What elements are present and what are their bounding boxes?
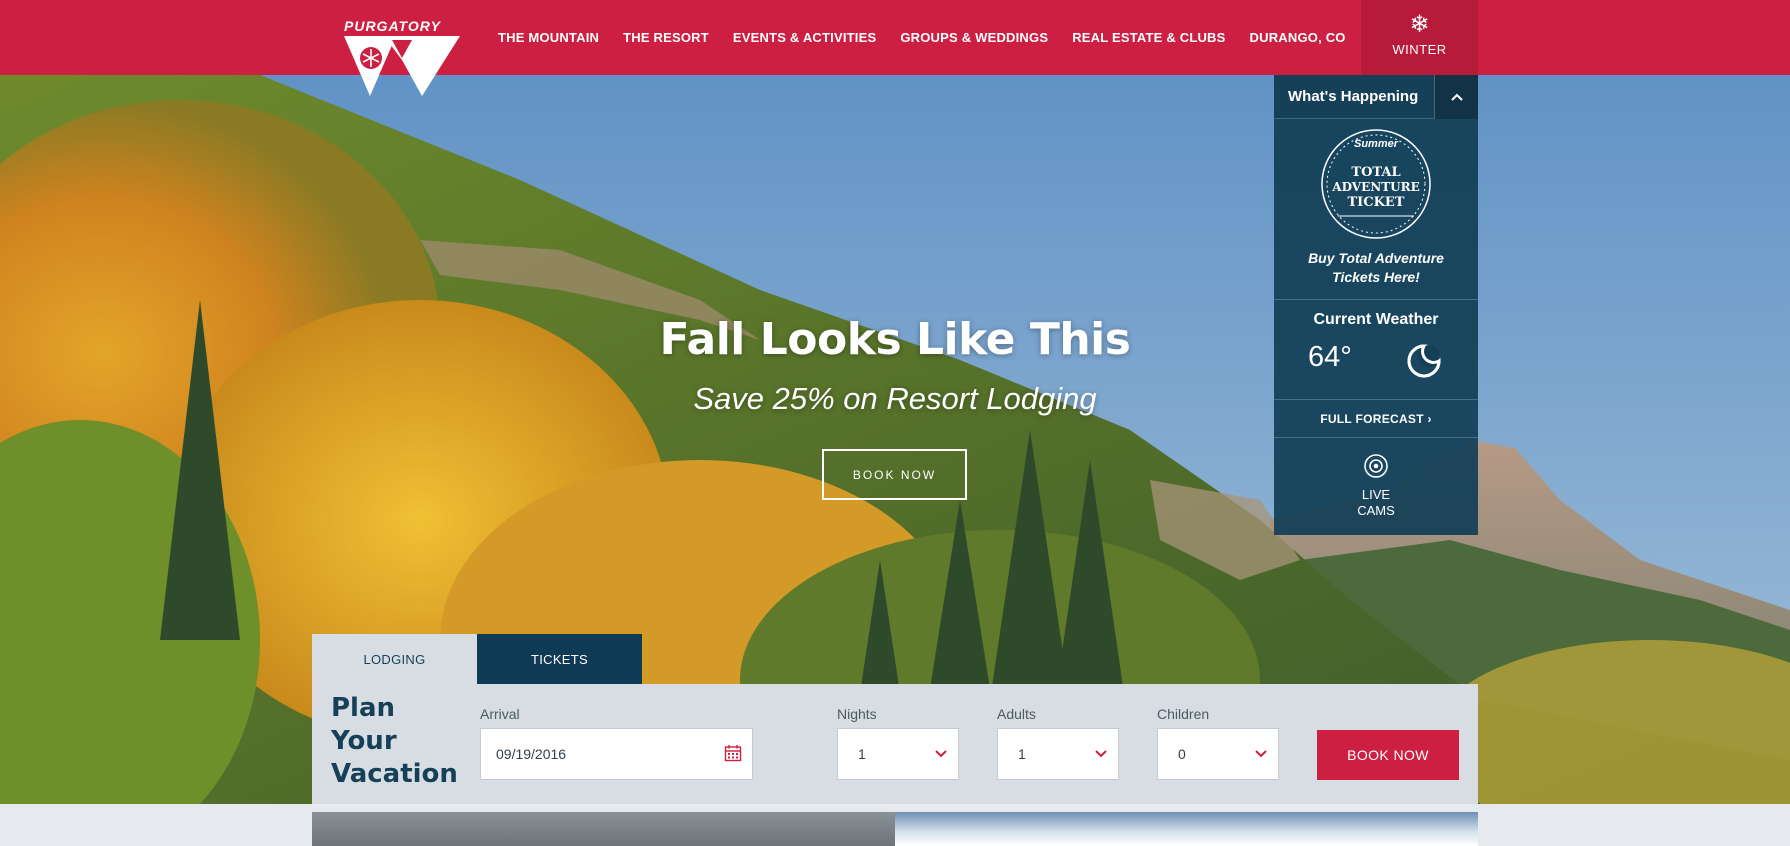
nav-item-the-resort[interactable]: THE RESORT [623,30,709,45]
nav-item-events-activities[interactable]: EVENTS & ACTIVITIES [733,30,876,45]
chevron-down-icon [935,750,947,758]
adults-select[interactable]: 1 [997,728,1119,780]
panel-collapse-button[interactable] [1434,75,1478,119]
season-switch-button[interactable]: ❄ WINTER [1361,0,1478,75]
hero-subtitle: Save 25% on Resort Lodging [693,381,1097,416]
chevron-right-icon: › [1427,412,1432,426]
children-label: Children [1157,706,1210,722]
heading-line: Your [331,726,397,756]
live-cams-line: CAMS [1357,503,1395,518]
arrival-date-input[interactable]: 09/19/2016 [480,728,753,780]
adults-value: 1 [1018,746,1026,762]
chevron-down-icon [1255,750,1267,758]
badge-text: TOTAL ADVENTURE TICKET [1320,165,1432,210]
full-forecast-link[interactable]: FULL FORECAST › [1274,412,1478,426]
tab-lodging[interactable]: LODGING [312,634,477,684]
logo-w-icon [344,36,460,96]
snowflake-icon: ❄ [1409,11,1430,38]
whats-happening-header: What's Happening [1274,75,1478,119]
badge-line: TICKET [1347,195,1405,210]
plan-vacation-heading: Plan Your Vacation [331,692,461,791]
tab-tickets[interactable]: TICKETS [477,634,642,684]
weather-title: Current Weather [1313,311,1439,328]
total-adventure-promo-link[interactable]: Buy Total Adventure Tickets Here! [1274,249,1478,287]
booking-widget: Plan Your Vacation Arrival 09/19/2016 Ni… [312,684,1478,804]
total-adventure-ticket-badge[interactable]: Summer TOTAL ADVENTURE TICKET [1320,128,1432,240]
whats-happening-title: What's Happening [1288,88,1419,105]
promo-line: Tickets Here! [1332,269,1420,285]
hero-book-now-button[interactable]: BOOK NOW [822,449,967,500]
divider [1274,399,1478,400]
adults-label: Adults [997,706,1036,722]
season-label: WINTER [1392,42,1447,57]
webcam-icon [1364,454,1388,478]
arrival-label: Arrival [480,706,520,722]
purgatory-logo[interactable]: PURGATORY [340,18,460,100]
temperature-value: 64° [1308,341,1352,373]
hero-title: Fall Looks Like This [659,314,1131,365]
nights-label: Nights [837,706,877,722]
feature-image-right[interactable] [895,812,1478,846]
full-forecast-label: FULL FORECAST [1320,412,1424,426]
heading-line: Vacation [331,759,458,789]
nav-item-durango-co[interactable]: DURANGO, CO [1250,30,1346,45]
nights-select[interactable]: 1 [837,728,959,780]
children-select[interactable]: 0 [1157,728,1279,780]
whats-happening-panel: What's Happening Summer TOTAL ADVENTURE … [1274,75,1478,535]
nav-item-real-estate-clubs[interactable]: REAL ESTATE & CLUBS [1072,30,1225,45]
live-cams-line: LIVE [1361,487,1391,502]
badge-top-word: Summer [1353,138,1399,150]
children-value: 0 [1178,746,1186,762]
calendar-icon[interactable] [724,744,742,762]
heading-line: Plan [331,693,396,723]
divider [1274,299,1478,300]
main-nav: THE MOUNTAIN THE RESORT EVENTS & ACTIVIT… [498,0,1370,75]
divider [1274,437,1478,438]
arrival-date-value: 09/19/2016 [496,746,567,762]
nav-item-the-mountain[interactable]: THE MOUNTAIN [498,30,599,45]
badge-line: ADVENTURE [1332,180,1420,194]
chevron-down-icon [1095,750,1107,758]
chevron-up-icon [1450,93,1463,101]
top-navigation-bar: PURGATORY THE MOUNTAIN THE RESORT EVENTS… [0,0,1790,96]
book-now-button[interactable]: BOOK NOW [1317,730,1459,780]
page: PURGATORY THE MOUNTAIN THE RESORT EVENTS… [0,0,1790,846]
nights-value: 1 [858,746,866,762]
nav-item-groups-weddings[interactable]: GROUPS & WEDDINGS [900,30,1048,45]
promo-line: Buy Total Adventure [1308,250,1444,266]
live-cams-link[interactable]: LIVE CAMS [1274,487,1478,519]
badge-line: TOTAL [1351,165,1401,180]
moon-icon [1407,344,1441,378]
feature-image-left[interactable] [312,812,895,846]
